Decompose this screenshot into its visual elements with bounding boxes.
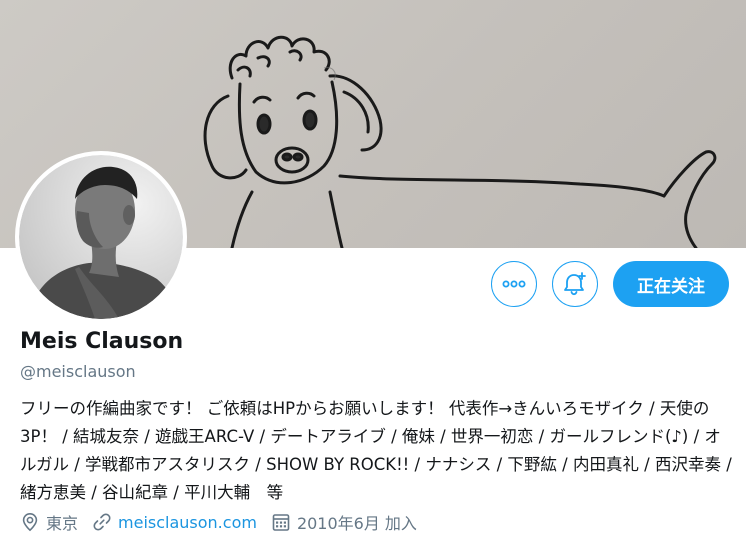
more-options-button[interactable]: [491, 261, 537, 307]
profile-bio: フリーの作編曲家です！ ご依頼はHPからお願いします！ 代表作→きんいろモザイク…: [20, 399, 732, 502]
location-text: 東京: [46, 514, 79, 533]
location-pin-icon: [22, 512, 38, 532]
link-icon: [93, 513, 111, 531]
user-handle: @meisclauson: [20, 362, 136, 381]
calendar-icon: [272, 514, 290, 531]
bell-plus-icon: [564, 272, 586, 296]
joined-item: 2010年6月 加入: [271, 510, 417, 534]
website-item: meisclauson.com: [92, 512, 257, 532]
profile-avatar[interactable]: [15, 151, 187, 323]
location-item: 東京: [20, 510, 78, 534]
display-name: Meis Clauson: [20, 329, 184, 354]
avatar-photo: [19, 155, 183, 319]
person-silhouette: [29, 166, 183, 319]
profile-meta: 東京 meisclauson.com 2010年6月 加入: [20, 510, 431, 534]
joined-text: 2010年6月 加入: [296, 514, 417, 533]
more-dots-icon: [502, 280, 526, 288]
notifications-button[interactable]: [552, 261, 598, 307]
following-button[interactable]: 正在关注: [613, 261, 729, 307]
website-link[interactable]: meisclauson.com: [118, 513, 257, 532]
